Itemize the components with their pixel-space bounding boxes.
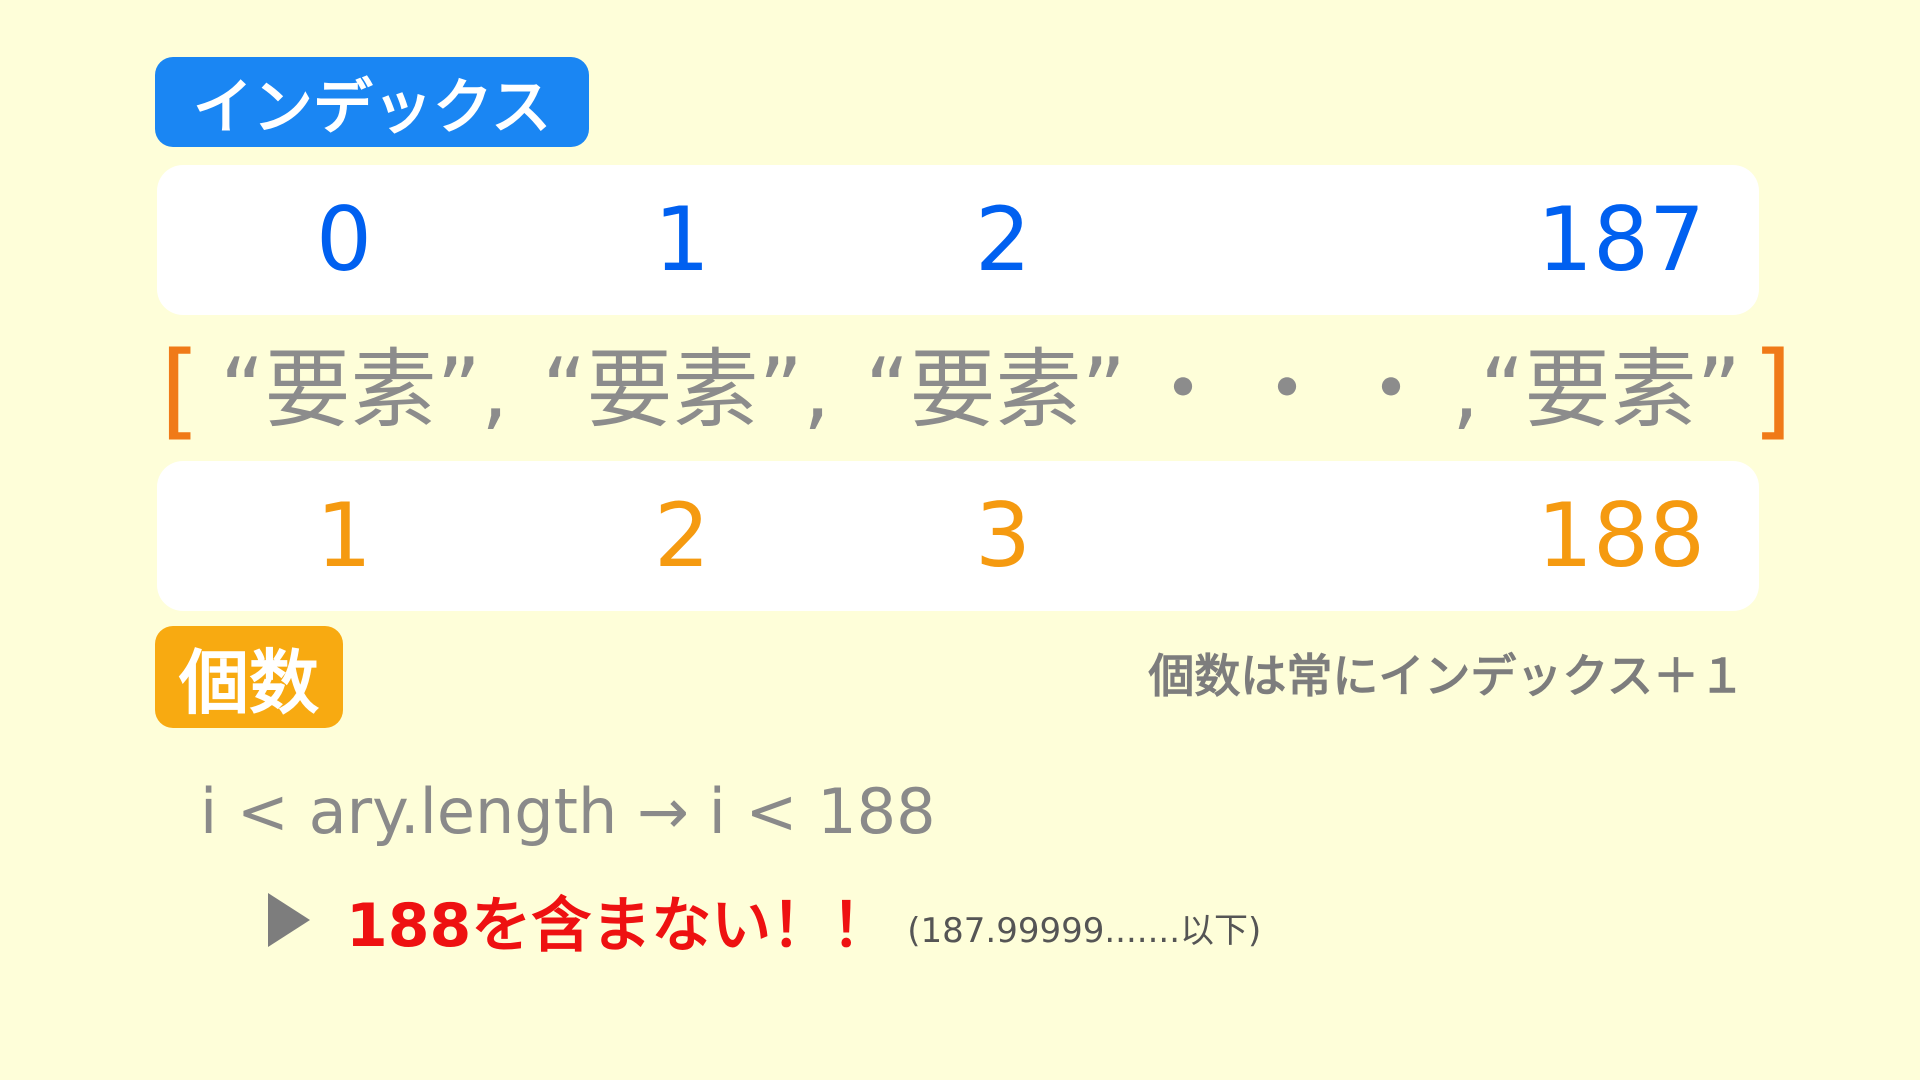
array-ellipsis: ・・・, (1140, 340, 1498, 440)
index-value: 187 (1537, 188, 1705, 291)
open-bracket: [ (160, 329, 201, 451)
array-element: “要素” (865, 340, 1127, 440)
play-triangle-icon (268, 893, 310, 947)
rule-note: 個数は常にインデックス＋１ (1148, 649, 1745, 703)
close-bracket: ] (1752, 329, 1793, 451)
index-badge: インデックス (155, 57, 589, 147)
count-value: 3 (975, 484, 1031, 587)
count-row: 1 2 3 188 (157, 461, 1759, 611)
index-value: 2 (975, 188, 1031, 291)
code-expression: i < ary.length → i < 188 (200, 775, 936, 848)
callout-main-text: 188を含まない！！ (346, 890, 892, 961)
count-value: 2 (654, 484, 710, 587)
index-value: 1 (654, 188, 710, 291)
callout-sub-text: (187.99999.......以下) (907, 911, 1262, 951)
index-value: 0 (316, 188, 372, 291)
array-element: “要素”, (220, 340, 509, 440)
count-value: 1 (316, 484, 372, 587)
callout: 188を含まない！！ (187.99999.......以下) (268, 880, 1262, 961)
array-element: “要素” (1480, 340, 1742, 440)
array-element: “要素”, (542, 340, 831, 440)
count-value: 188 (1537, 484, 1705, 587)
array-literal: [ “要素”, “要素”, “要素” ・・・, “要素” ] (160, 329, 1793, 451)
index-row: 0 1 2 187 (157, 165, 1759, 315)
count-badge: 個数 (155, 626, 343, 728)
